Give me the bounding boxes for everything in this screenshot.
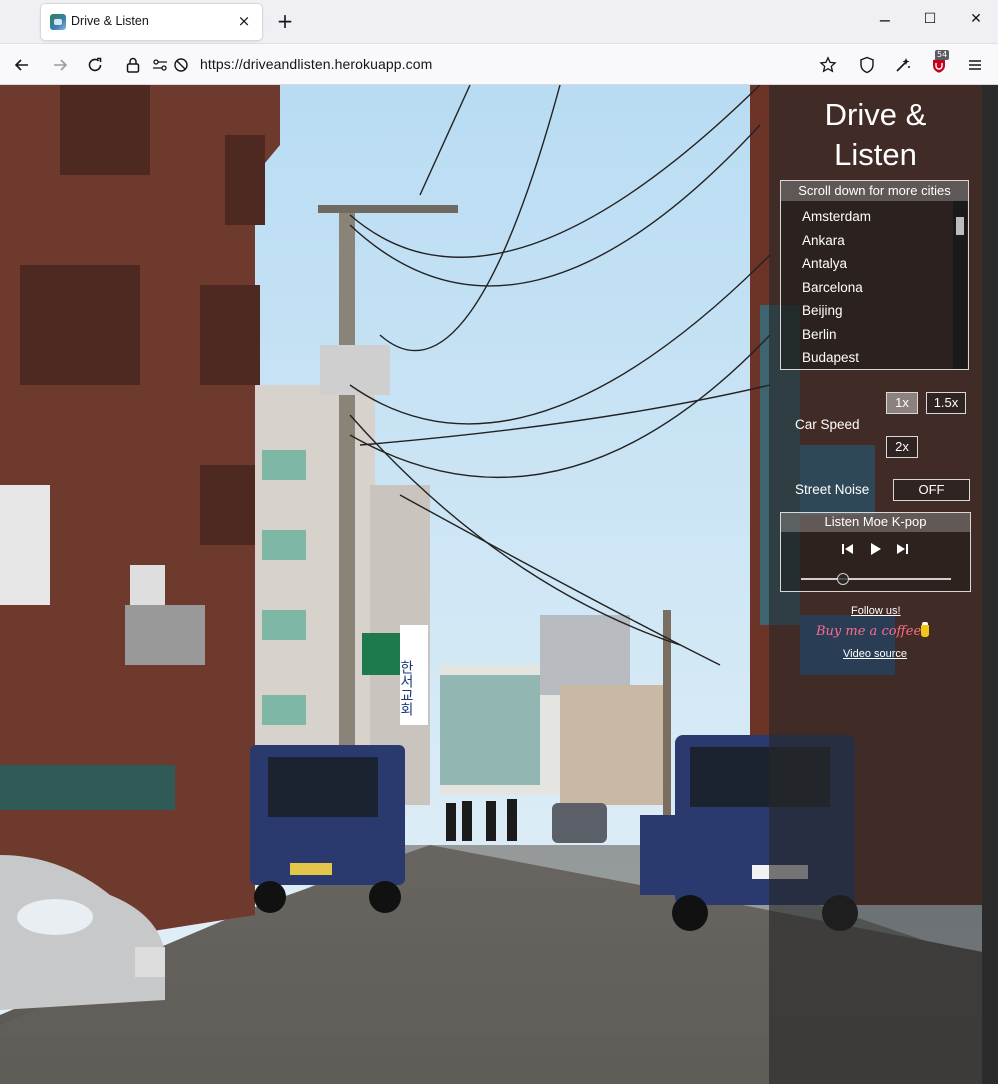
svg-text:한서교회: 한서교회 — [398, 660, 414, 716]
back-arrow-icon[interactable] — [10, 53, 34, 77]
street-noise-toggle[interactable]: OFF — [893, 479, 970, 501]
reload-icon[interactable] — [83, 53, 107, 77]
maximize-button[interactable]: ☐ — [919, 11, 941, 33]
car-speed-label: Car Speed — [795, 417, 860, 432]
city-item-amsterdam[interactable]: Amsterdam — [781, 205, 968, 229]
city-item-budapest[interactable]: Budapest — [781, 346, 968, 370]
speed-1-5x-button[interactable]: 1.5x — [926, 392, 966, 414]
browser-tab-active[interactable]: Drive & Listen × — [41, 4, 262, 40]
navigation-bar: https://driveandlisten.herokuapp.com 54 — [0, 44, 998, 85]
speed-1x-button[interactable]: 1x — [886, 392, 918, 414]
follow-us-link[interactable]: Follow us! — [851, 605, 901, 617]
control-panel: Drive & Listen Scroll down for more citie… — [769, 85, 982, 1084]
city-item-ankara[interactable]: Ankara — [781, 229, 968, 253]
page-scrollbar[interactable] — [982, 85, 998, 1084]
previous-track-icon[interactable] — [840, 541, 856, 557]
city-list-header: Scroll down for more cities — [781, 181, 968, 201]
shield-icon[interactable] — [855, 53, 879, 77]
address-bar-url[interactable]: https://driveandlisten.herokuapp.com — [200, 56, 432, 72]
extension-sparkle-icon[interactable] — [891, 53, 915, 77]
city-list[interactable]: Scroll down for more cities Amsterdam An… — [780, 180, 969, 370]
video-source-link[interactable]: Video source — [843, 648, 907, 660]
tab-close-icon[interactable]: × — [235, 12, 253, 30]
tab-bar: Drive & Listen × + − ☐ ✕ — [0, 0, 998, 44]
play-icon[interactable] — [868, 541, 884, 557]
forward-arrow-icon[interactable] — [48, 53, 72, 77]
city-item-barcelona[interactable]: Barcelona — [781, 276, 968, 300]
menu-hamburger-icon[interactable] — [963, 53, 987, 77]
tracking-protection-icon[interactable] — [171, 53, 191, 77]
bookmark-star-icon[interactable] — [816, 53, 840, 77]
city-list-scroll-thumb[interactable] — [956, 217, 964, 235]
lock-icon[interactable] — [121, 53, 145, 77]
new-tab-button[interactable]: + — [274, 10, 296, 32]
page-viewport: 한서교회 Drive & Listen Scroll down for more… — [0, 85, 998, 1084]
coffee-cup-icon[interactable] — [921, 622, 929, 637]
volume-slider-track[interactable] — [801, 578, 951, 580]
next-track-icon[interactable] — [894, 541, 910, 557]
site-favicon-icon — [50, 14, 66, 30]
radio-player: Listen Moe K-pop — [780, 512, 971, 592]
speed-2x-button[interactable]: 2x — [886, 436, 918, 458]
tab-title: Drive & Listen — [71, 14, 149, 28]
city-item-beijing[interactable]: Beijing — [781, 299, 968, 323]
street-noise-label: Street Noise — [795, 482, 870, 497]
extension-count-badge: 54 — [935, 50, 950, 60]
permissions-icon[interactable] — [151, 53, 169, 77]
buy-coffee-link[interactable]: Buy me a coffee — [816, 624, 921, 639]
city-item-antalya[interactable]: Antalya — [781, 252, 968, 276]
city-list-scrollbar[interactable] — [953, 201, 967, 369]
radio-station-name: Listen Moe K-pop — [781, 513, 970, 532]
app-title: Drive & Listen — [824, 97, 927, 172]
city-item-berlin[interactable]: Berlin — [781, 323, 968, 347]
volume-slider-handle[interactable] — [836, 573, 849, 585]
minimize-button[interactable]: − — [874, 11, 896, 33]
window-close-button[interactable]: ✕ — [965, 11, 987, 33]
